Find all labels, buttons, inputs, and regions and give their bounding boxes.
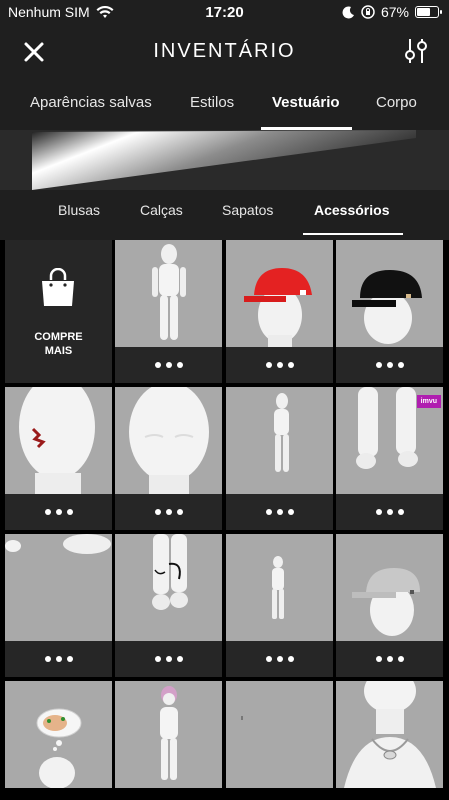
sub-tabs: Blusas Calças Sapatos Acessórios xyxy=(0,190,449,236)
inventory-item[interactable] xyxy=(5,387,112,530)
more-options-button[interactable] xyxy=(226,641,333,677)
inventory-item[interactable] xyxy=(226,387,333,530)
item-thumbnail xyxy=(115,681,222,788)
inventory-item[interactable] xyxy=(115,534,222,677)
tab-estilos[interactable]: Estilos xyxy=(190,94,234,111)
orientation-lock-icon xyxy=(361,5,375,19)
more-options-button[interactable] xyxy=(336,494,443,530)
tab-vestuario[interactable]: Vestuário xyxy=(272,94,340,111)
more-options-button[interactable] xyxy=(336,641,443,677)
inventory-item[interactable] xyxy=(226,240,333,383)
inventory-item[interactable] xyxy=(336,240,443,383)
inventory-item[interactable] xyxy=(5,534,112,677)
more-options-button[interactable] xyxy=(226,347,333,383)
item-thumbnail xyxy=(336,681,443,788)
shopping-bag-icon xyxy=(42,268,74,306)
shop-label-line2: MAIS xyxy=(44,345,73,357)
imvu-badge-icon: imvu xyxy=(416,395,441,408)
item-thumbnail: imvu xyxy=(336,387,443,494)
battery-icon xyxy=(415,6,442,18)
page-title: INVENTÁRIO xyxy=(153,40,296,62)
more-options-button[interactable] xyxy=(5,641,112,677)
item-thumbnail xyxy=(226,681,333,788)
item-thumbnail xyxy=(226,240,333,347)
inventory-item[interactable] xyxy=(115,240,222,383)
more-options-button[interactable] xyxy=(115,494,222,530)
inventory-grid: COMPRE MAIS imvu xyxy=(0,240,449,800)
shop-label-line1: COMPRE xyxy=(34,331,83,343)
active-subtab-indicator xyxy=(303,233,403,235)
battery-percent: 67% xyxy=(380,4,409,20)
inventory-item[interactable] xyxy=(226,681,333,800)
battery-level xyxy=(417,8,430,16)
more-options-button[interactable] xyxy=(5,494,112,530)
moon-icon xyxy=(342,5,354,18)
item-thumbnail xyxy=(5,387,112,494)
item-thumbnail xyxy=(5,534,112,641)
item-thumbnail xyxy=(226,387,333,494)
avatar-preview xyxy=(0,130,449,190)
item-thumbnail xyxy=(5,681,112,788)
more-options-button[interactable] xyxy=(115,641,222,677)
item-thumbnail xyxy=(115,534,222,641)
inventory-item[interactable] xyxy=(336,681,443,800)
more-options-button[interactable] xyxy=(336,347,443,383)
main-tabs: Aparências salvas Estilos Vestuário Corp… xyxy=(0,90,449,130)
subtab-sapatos[interactable]: Sapatos xyxy=(222,202,273,218)
inventory-item[interactable] xyxy=(226,534,333,677)
header: INVENTÁRIO xyxy=(0,26,449,76)
item-thumbnail xyxy=(115,387,222,494)
tab-aparencias-salvas[interactable]: Aparências salvas xyxy=(30,94,152,111)
inventory-item[interactable] xyxy=(115,681,222,800)
status-bar: Nenhum SIM 17:20 67% xyxy=(0,0,449,26)
inventory-item[interactable]: imvu xyxy=(336,387,443,530)
subtab-calcas[interactable]: Calças xyxy=(140,202,183,218)
item-thumbnail xyxy=(115,240,222,347)
item-thumbnail xyxy=(336,240,443,347)
subtab-blusas[interactable]: Blusas xyxy=(58,202,100,218)
subtab-acessorios[interactable]: Acessórios xyxy=(314,202,389,218)
item-thumbnail xyxy=(226,534,333,641)
more-options-button[interactable] xyxy=(115,347,222,383)
inventory-item[interactable] xyxy=(115,387,222,530)
inventory-item[interactable] xyxy=(5,681,112,800)
tab-corpo[interactable]: Corpo xyxy=(376,94,417,111)
inventory-item[interactable] xyxy=(336,534,443,677)
filter-button[interactable] xyxy=(401,36,431,66)
more-options-button[interactable] xyxy=(226,494,333,530)
shop-more-tile[interactable]: COMPRE MAIS xyxy=(5,240,112,383)
item-thumbnail xyxy=(336,534,443,641)
sliders-icon xyxy=(405,39,427,63)
